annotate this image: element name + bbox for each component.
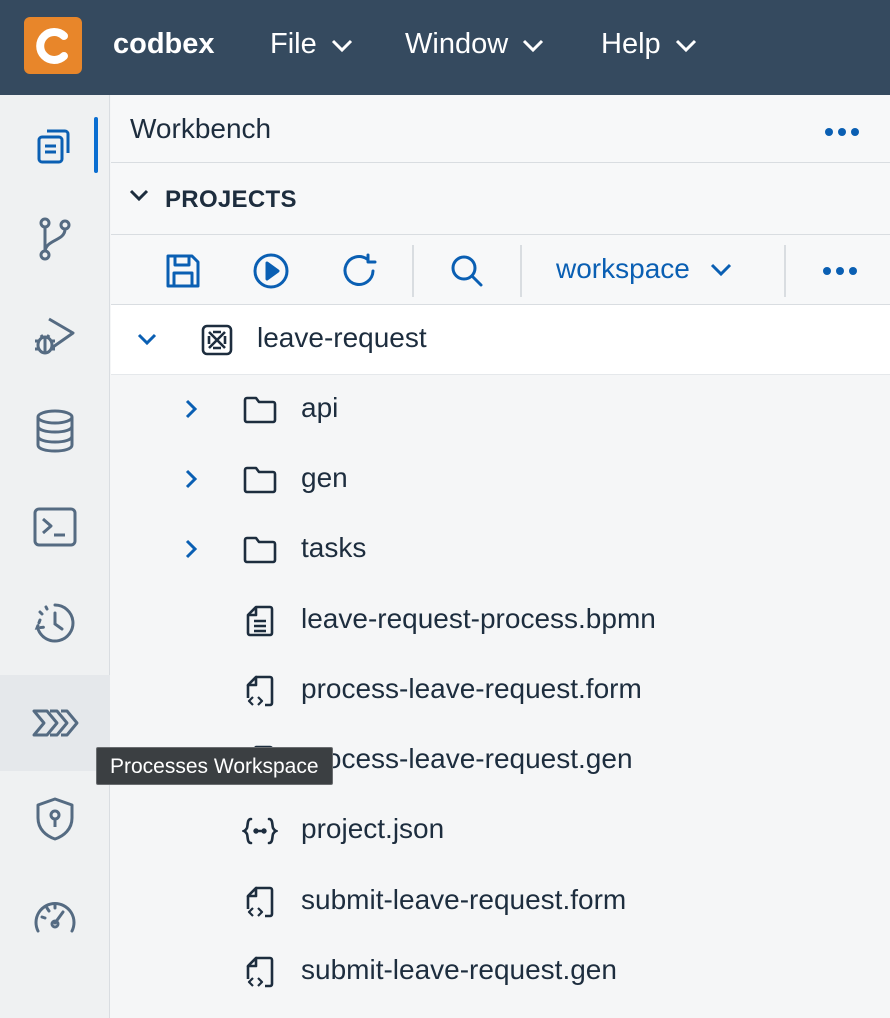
more-horizontal-icon [823,267,857,275]
tooltip: Processes Workspace [96,747,333,785]
tree-item-folder[interactable]: api [111,375,890,445]
toolbar-more-button[interactable] [820,251,860,291]
search-button[interactable] [447,251,487,291]
save-button[interactable] [163,251,203,291]
tree-item-label: leave-request-process.bpmn [301,603,656,634]
security-icon [36,797,74,841]
chevron-down-icon[interactable] [137,333,157,347]
refresh-icon [343,253,377,286]
folder-icon [242,392,278,428]
chevron-down-icon [523,39,544,53]
tree-item-file[interactable]: leave-request-process.bpmn [111,586,890,656]
tree-item-label: submit-leave-request.form [301,884,627,915]
menu-help[interactable]: Help [601,28,697,61]
menu-help-label: Help [601,28,661,60]
chevron-down-icon [129,189,149,202]
document-icon [242,603,278,639]
chevron-down-icon [710,263,731,277]
workspace-select[interactable]: workspace [556,253,732,285]
tree-item-file[interactable]: submit-leave-request.form [111,867,890,937]
projects-section-header[interactable]: PROJECTS [111,163,890,235]
menu-file-label: File [270,28,317,60]
tree-item-label: api [301,392,339,423]
activity-debug[interactable] [0,287,110,383]
chevron-down-icon [331,39,352,53]
tree-item-label: process-leave-request.gen [301,743,633,774]
activity-terminal[interactable] [0,479,110,575]
chevron-right-icon[interactable] [185,469,199,489]
activity-security[interactable] [0,771,110,867]
tree-item-label: project.json [301,813,445,844]
activity-git[interactable] [0,191,110,287]
debug-icon [35,317,75,355]
activity-performance[interactable] [0,869,110,965]
projects-toolbar: workspace [111,235,890,305]
tree-item-label: leave-request [257,322,427,353]
folder-icon [242,532,278,568]
brand-name: codbex [113,28,215,60]
toolbar-separator [412,245,414,297]
toolbar-separator [520,245,522,297]
tree-item-folder[interactable]: tasks [111,515,890,585]
code-file-icon [242,954,278,990]
refresh-button[interactable] [339,251,379,291]
json-icon [242,813,278,849]
terminal-icon [33,507,77,547]
menu-file[interactable]: File [270,28,353,61]
tree-item-file[interactable]: project.json [111,796,890,866]
panel-header: Workbench [111,95,890,163]
tree-item-file[interactable]: submit-leave-request.gen [111,937,890,1007]
tree-item-label: gen [301,462,348,493]
performance-icon [34,902,76,933]
more-horizontal-icon [825,128,859,136]
top-bar: codbex File Window Help [0,0,890,95]
history-icon [34,603,75,643]
project-icon [199,322,235,358]
activity-history[interactable] [0,575,110,671]
codbex-logo-icon[interactable] [24,17,82,74]
toolbar-separator [784,245,786,297]
search-icon [451,255,483,287]
database-icon [36,409,74,453]
menu-window-label: Window [405,28,509,60]
activity-workbench[interactable] [0,97,110,193]
activity-processes[interactable] [0,675,110,771]
tree-item-project[interactable]: leave-request [111,305,890,375]
workbench-panel: Workbench PROJECTS workspace leave-reque… [111,95,890,1018]
tree-item-label: tasks [301,532,367,563]
chevron-down-icon [675,39,696,53]
workbench-icon [37,129,70,164]
tree-item-file[interactable]: process-leave-request.form [111,656,890,726]
save-icon [166,254,200,288]
code-file-icon [242,884,278,920]
run-button[interactable] [251,251,291,291]
folder-icon [242,462,278,498]
processes-icon [32,709,79,737]
code-file-icon [242,673,278,709]
activity-bar [0,95,110,1018]
chevron-right-icon[interactable] [185,399,199,419]
menu-window[interactable]: Window [405,28,544,61]
activity-database[interactable] [0,383,110,479]
tree-item-folder[interactable]: gen [111,445,890,515]
tree-item-label: submit-leave-request.gen [301,954,617,985]
chevron-right-icon[interactable] [185,539,199,559]
run-icon [253,253,289,289]
tree-item-label: process-leave-request.form [301,673,642,704]
panel-title: Workbench [130,113,272,144]
panel-more-button[interactable] [824,124,860,142]
projects-section-title: PROJECTS [165,186,297,213]
git-branch-icon [39,217,71,261]
workspace-select-value: workspace [556,253,690,284]
